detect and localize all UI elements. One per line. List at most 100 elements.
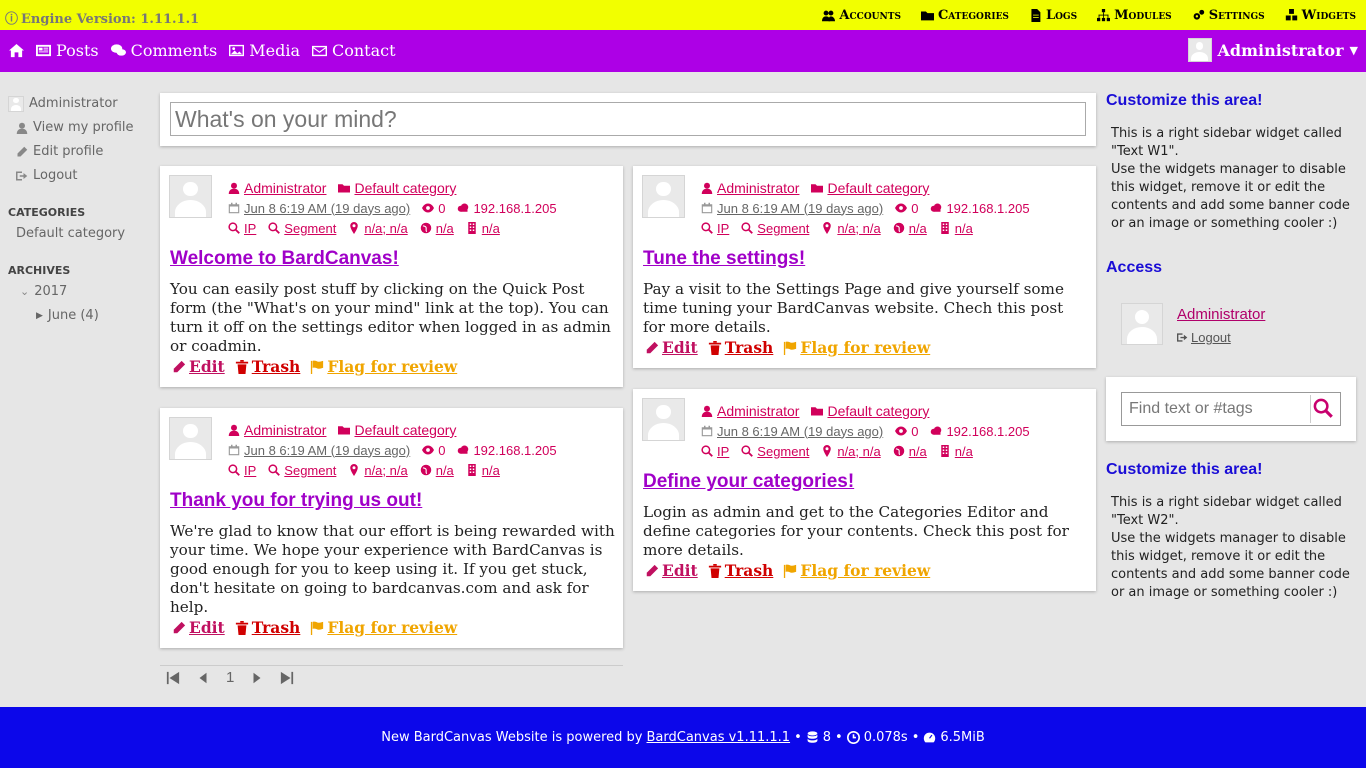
globe-link[interactable]: n/a — [420, 463, 454, 478]
segment-lookup-link[interactable]: Segment — [268, 463, 336, 478]
current-page[interactable]: 1 — [226, 669, 234, 686]
archive-month[interactable]: ▶ June (4) — [8, 307, 148, 324]
search-icon — [741, 222, 754, 234]
search-input[interactable]: Find text or #tags — [1121, 392, 1341, 426]
post-category-link[interactable]: Default category — [338, 422, 456, 438]
quick-post-input[interactable]: What's on your mind? — [170, 102, 1086, 136]
flag-button[interactable]: Flag for review — [310, 357, 457, 376]
category-link[interactable]: Default category — [8, 225, 148, 242]
view-profile-link[interactable]: View my profile — [8, 119, 148, 136]
trash-button[interactable]: Trash — [708, 338, 773, 357]
post-date[interactable]: Jun 8 6:19 AM (19 days ago) — [228, 201, 410, 216]
post-title-link[interactable]: Thank you for trying us out! — [170, 490, 422, 512]
isp-link[interactable]: n/a — [466, 221, 500, 236]
previous-page-icon[interactable] — [196, 671, 210, 685]
avatar — [1121, 303, 1163, 345]
access-title: Access — [1106, 259, 1163, 276]
last-page-icon[interactable] — [280, 671, 294, 685]
isp-link[interactable]: n/a — [466, 463, 500, 478]
post-title-link[interactable]: Define your categories! — [643, 471, 854, 493]
segment-lookup-link[interactable]: Segment — [268, 221, 336, 236]
post-author-link[interactable]: Administrator — [228, 422, 326, 438]
logout-link[interactable]: Logout — [8, 167, 148, 184]
post-excerpt: We're glad to know that our effort is be… — [170, 522, 615, 616]
admin-menu-modules[interactable]: Modules — [1097, 8, 1172, 23]
trash-button[interactable]: Trash — [708, 561, 773, 580]
edit-button[interactable]: Edit — [645, 561, 698, 580]
calendar-icon — [228, 202, 240, 214]
post-author-link[interactable]: Administrator — [701, 180, 799, 196]
avatar — [1187, 38, 1212, 62]
admin-menu-accounts[interactable]: Accounts — [822, 8, 901, 23]
segment-lookup-link[interactable]: Segment — [741, 444, 809, 459]
ip-lookup-link[interactable]: IP — [228, 221, 256, 236]
admin-menu-widgets[interactable]: Widgets — [1285, 8, 1356, 23]
edit-button[interactable]: Edit — [172, 618, 225, 637]
nav-media[interactable]: Media — [229, 41, 300, 60]
post-author-link[interactable]: Administrator — [228, 180, 326, 196]
nav-contact[interactable]: Contact — [312, 41, 396, 60]
post-category-link[interactable]: Default category — [811, 403, 929, 419]
post-date[interactable]: Jun 8 6:19 AM (19 days ago) — [701, 201, 883, 216]
isp-link[interactable]: n/a — [939, 444, 973, 459]
search-button[interactable] — [1313, 398, 1335, 420]
edit-button[interactable]: Edit — [172, 357, 225, 376]
edit-profile-link[interactable]: Edit profile — [8, 143, 148, 160]
admin-menu-categories[interactable]: Categories — [920, 8, 1009, 23]
location-link[interactable]: n/a; n/a — [348, 221, 408, 236]
next-page-icon[interactable] — [250, 671, 264, 685]
globe-link[interactable]: n/a — [893, 444, 927, 459]
flag-button[interactable]: Flag for review — [783, 338, 930, 357]
bardcanvas-link[interactable]: BardCanvas v1.11.1.1 — [647, 730, 791, 745]
post-author-link[interactable]: Administrator — [701, 403, 799, 419]
globe-link[interactable]: n/a — [893, 221, 927, 236]
ip-lookup-link[interactable]: IP — [701, 444, 729, 459]
post-title-link[interactable]: Tune the settings! — [643, 248, 805, 270]
post-category-link[interactable]: Default category — [811, 180, 929, 196]
location-link[interactable]: n/a; n/a — [348, 463, 408, 478]
user-menu[interactable]: Administrator ▼ — [1187, 38, 1358, 62]
home-link[interactable] — [9, 43, 24, 58]
edit-button[interactable]: Edit — [645, 338, 698, 357]
widget-text: This is a right sidebar widget called "T… — [1111, 126, 1350, 231]
admin-menu-logs[interactable]: Logs — [1029, 8, 1077, 23]
admin-menu-settings[interactable]: Settings — [1192, 8, 1265, 23]
pencil-icon — [646, 564, 659, 576]
sidebar-user[interactable]: Administrator — [8, 95, 148, 112]
trash-button[interactable]: Trash — [235, 357, 300, 376]
isp-link[interactable]: n/a — [939, 221, 973, 236]
folder-icon — [811, 407, 824, 416]
access-logout-link[interactable]: Logout — [1177, 330, 1231, 345]
ip-lookup-link[interactable]: IP — [701, 221, 729, 236]
search-icon — [228, 464, 240, 476]
building-icon — [468, 464, 476, 476]
post-date[interactable]: Jun 8 6:19 AM (19 days ago) — [228, 443, 410, 458]
flag-button[interactable]: Flag for review — [310, 618, 457, 637]
post-excerpt: You can easily post stuff by clicking on… — [170, 280, 611, 355]
location-link[interactable]: n/a; n/a — [821, 221, 881, 236]
archive-year[interactable]: ⌄ 2017 — [8, 283, 148, 300]
users-icon — [822, 10, 836, 22]
post-category-link[interactable]: Default category — [338, 180, 456, 196]
flag-icon — [784, 341, 797, 355]
gears-icon — [1193, 9, 1204, 20]
access-user-link[interactable]: Administrator — [1177, 306, 1265, 323]
nav-posts[interactable]: Posts — [36, 41, 99, 60]
building-icon — [941, 222, 949, 234]
first-page-icon[interactable] — [166, 671, 180, 685]
ip-lookup-link[interactable]: IP — [228, 463, 256, 478]
post-date[interactable]: Jun 8 6:19 AM (19 days ago) — [701, 424, 883, 439]
pencil-icon — [17, 146, 28, 156]
post-card: Administrator Default category Jun 8 6:1… — [633, 389, 1096, 591]
trash-icon — [708, 563, 721, 578]
globe-link[interactable]: n/a — [420, 221, 454, 236]
location-link[interactable]: n/a; n/a — [821, 444, 881, 459]
post-card: Administrator Default category Jun 8 6:1… — [160, 408, 623, 648]
post-title-link[interactable]: Welcome to BardCanvas! — [170, 248, 399, 270]
nav-comments[interactable]: Comments — [110, 41, 217, 60]
user-icon — [701, 182, 713, 194]
trash-button[interactable]: Trash — [235, 618, 300, 637]
segment-lookup-link[interactable]: Segment — [741, 221, 809, 236]
admin-menu: Accounts Categories Logs Modules Setting… — [822, 8, 1356, 23]
flag-button[interactable]: Flag for review — [783, 561, 930, 580]
